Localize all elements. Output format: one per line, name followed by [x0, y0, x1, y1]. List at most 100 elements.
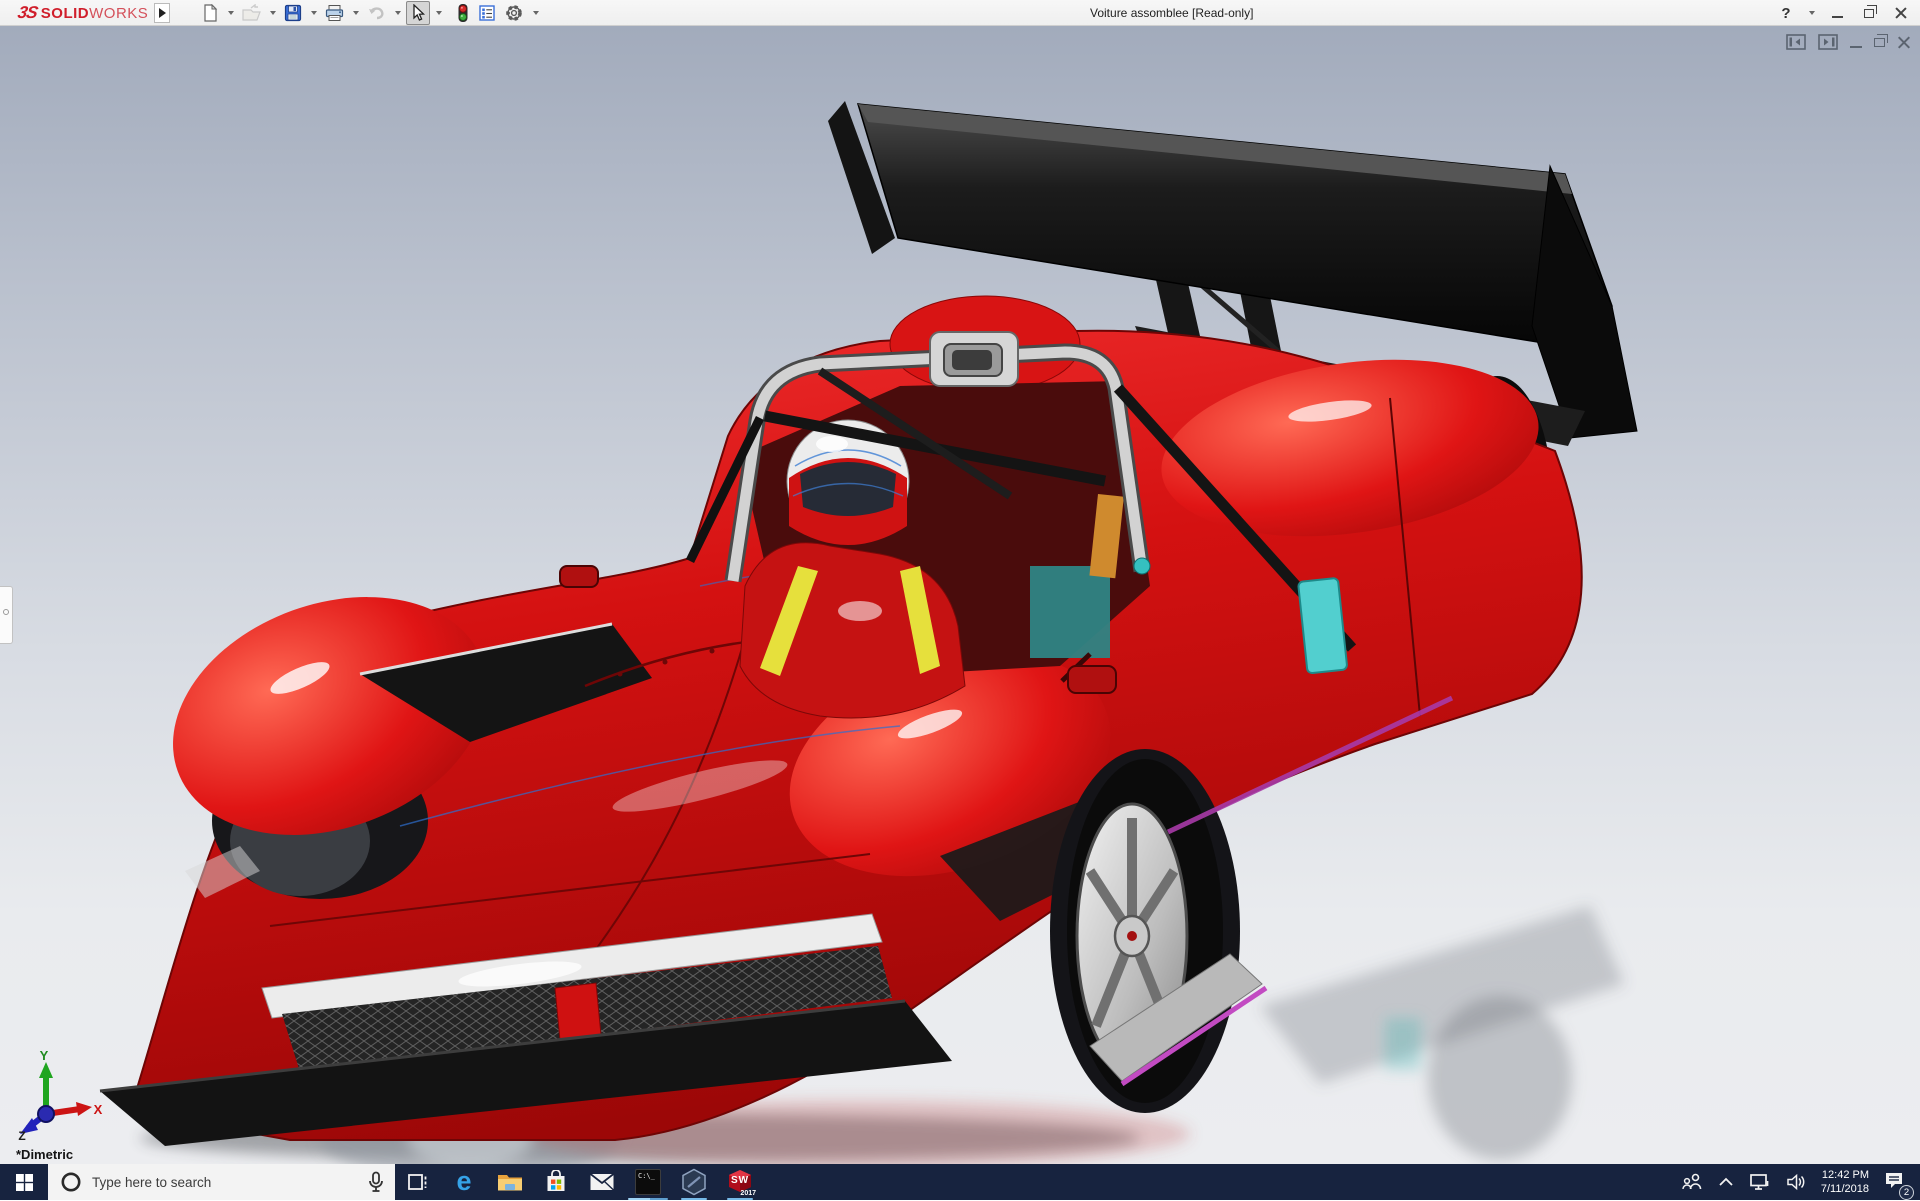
new-dropdown-caret[interactable]: [228, 11, 234, 15]
store-button[interactable]: [533, 1164, 579, 1200]
doc-restore-button[interactable]: [1874, 38, 1885, 47]
rebuild-stoplight-icon: [456, 3, 470, 23]
doc-close-button[interactable]: [1897, 36, 1910, 49]
taskbar: e C:\_: [0, 1164, 1920, 1200]
window-title: Voiture assomblee [Read-only]: [1090, 0, 1253, 26]
options-gear-icon: [504, 3, 524, 23]
doc-close-icon: [1897, 36, 1910, 49]
cortana-icon: [60, 1171, 82, 1193]
minimize-button[interactable]: [1824, 2, 1850, 24]
sw-year: 2017: [740, 1190, 756, 1197]
air-intake: [930, 332, 1018, 386]
people-button[interactable]: [1681, 1173, 1703, 1191]
clock-date: 7/11/2018: [1821, 1182, 1869, 1196]
print-dropdown-caret[interactable]: [353, 11, 359, 15]
tab-dot-icon: [3, 609, 9, 615]
file-explorer-button[interactable]: [487, 1164, 533, 1200]
hexagon-app-icon: [680, 1168, 708, 1196]
mail-icon: [589, 1172, 615, 1192]
microphone-icon[interactable]: [367, 1171, 385, 1193]
task-view-icon: [407, 1171, 429, 1193]
undo-dropdown-caret[interactable]: [395, 11, 401, 15]
command-prompt-icon: C:\_: [635, 1169, 661, 1195]
print-button[interactable]: [322, 1, 347, 25]
undo-icon: [367, 4, 386, 22]
search-input[interactable]: [92, 1175, 367, 1190]
options-dropdown-caret[interactable]: [533, 11, 539, 15]
start-button[interactable]: [0, 1164, 48, 1200]
orientation-triad: Y X Z: [12, 1048, 104, 1140]
dock-right-icon: [1818, 34, 1838, 50]
system-tray: 12:42 PM 7/11/2018 2: [1681, 1164, 1920, 1200]
print-icon: [325, 4, 344, 22]
flyout-arrow-icon: [159, 8, 166, 18]
store-icon: [544, 1170, 568, 1194]
graphics-viewport[interactable]: Y X Z *Dimetric: [0, 26, 1920, 1164]
rebuild-button[interactable]: [453, 0, 473, 26]
view-orientation-label: *Dimetric: [16, 1147, 73, 1162]
model-canvas[interactable]: [0, 26, 1920, 1164]
help-dropdown-caret[interactable]: [1809, 11, 1815, 15]
notification-badge: 2: [1899, 1185, 1914, 1200]
brand-solid: SOLID: [41, 5, 89, 22]
doc-minimize-button[interactable]: [1850, 37, 1862, 48]
chevron-up-icon: [1718, 1177, 1734, 1187]
dock-left-button[interactable]: [1786, 34, 1806, 50]
edge-button[interactable]: e: [441, 1164, 487, 1200]
quick-toolbar: [198, 0, 542, 26]
cmd-prompt-text: C:\_: [638, 1172, 655, 1180]
action-center-button[interactable]: 2: [1884, 1171, 1910, 1194]
people-icon: [1681, 1173, 1703, 1191]
restore-icon: [1864, 9, 1874, 18]
open-button[interactable]: [239, 1, 264, 25]
feature-tree-collapsed-tab[interactable]: [0, 586, 13, 644]
network-icon: [1749, 1173, 1771, 1191]
doc-minimize-icon: [1850, 46, 1862, 48]
clock[interactable]: 12:42 PM 7/11/2018: [1821, 1168, 1869, 1197]
document-window-controls: [1786, 34, 1910, 50]
close-icon: [1895, 7, 1907, 19]
file-properties-icon: [478, 4, 496, 22]
file-properties-button[interactable]: [475, 1, 499, 25]
triad-x-label: X: [94, 1102, 103, 1117]
doc-restore-icon: [1874, 38, 1885, 47]
select-dropdown-caret[interactable]: [436, 11, 442, 15]
triad-y-label: Y: [40, 1048, 49, 1063]
clock-time: 12:42 PM: [1821, 1168, 1869, 1182]
triad-z-label: Z: [18, 1129, 25, 1140]
options-button[interactable]: [501, 0, 527, 26]
dock-right-button[interactable]: [1818, 34, 1838, 50]
save-button[interactable]: [281, 1, 305, 25]
speaker-icon: [1786, 1173, 1806, 1191]
new-document-button[interactable]: [198, 1, 222, 25]
close-button[interactable]: [1888, 2, 1914, 24]
open-dropdown-caret[interactable]: [270, 11, 276, 15]
window-controls: ?: [1773, 0, 1914, 26]
minimize-icon: [1832, 16, 1843, 18]
help-button[interactable]: ?: [1773, 2, 1799, 24]
solidworks-2017-button[interactable]: SW 2017: [717, 1164, 763, 1200]
task-view-button[interactable]: [395, 1164, 441, 1200]
mail-button[interactable]: [579, 1164, 625, 1200]
select-cursor-icon: [409, 4, 427, 22]
show-hidden-icons-button[interactable]: [1718, 1177, 1734, 1187]
network-button[interactable]: [1749, 1173, 1771, 1191]
undo-button[interactable]: [364, 1, 389, 25]
car-model-3d[interactable]: [0, 26, 1920, 1164]
restore-button[interactable]: [1856, 2, 1882, 24]
command-prompt-button[interactable]: C:\_: [625, 1164, 671, 1200]
taskbar-search[interactable]: [48, 1164, 395, 1200]
solidworks-2017-icon: SW 2017: [726, 1168, 754, 1196]
hexagon-app-button[interactable]: [671, 1164, 717, 1200]
save-icon: [284, 4, 302, 22]
sw-letters: SW: [731, 1175, 749, 1186]
titlebar: 3S SOLIDWORKS: [0, 0, 1920, 26]
menu-flyout-button[interactable]: [154, 3, 170, 23]
select-tool-button[interactable]: [406, 1, 430, 25]
brand-works: WORKS: [89, 5, 148, 22]
volume-button[interactable]: [1786, 1173, 1806, 1191]
file-explorer-icon: [497, 1171, 523, 1193]
new-document-icon: [201, 4, 219, 22]
open-icon: [242, 4, 261, 22]
save-dropdown-caret[interactable]: [311, 11, 317, 15]
